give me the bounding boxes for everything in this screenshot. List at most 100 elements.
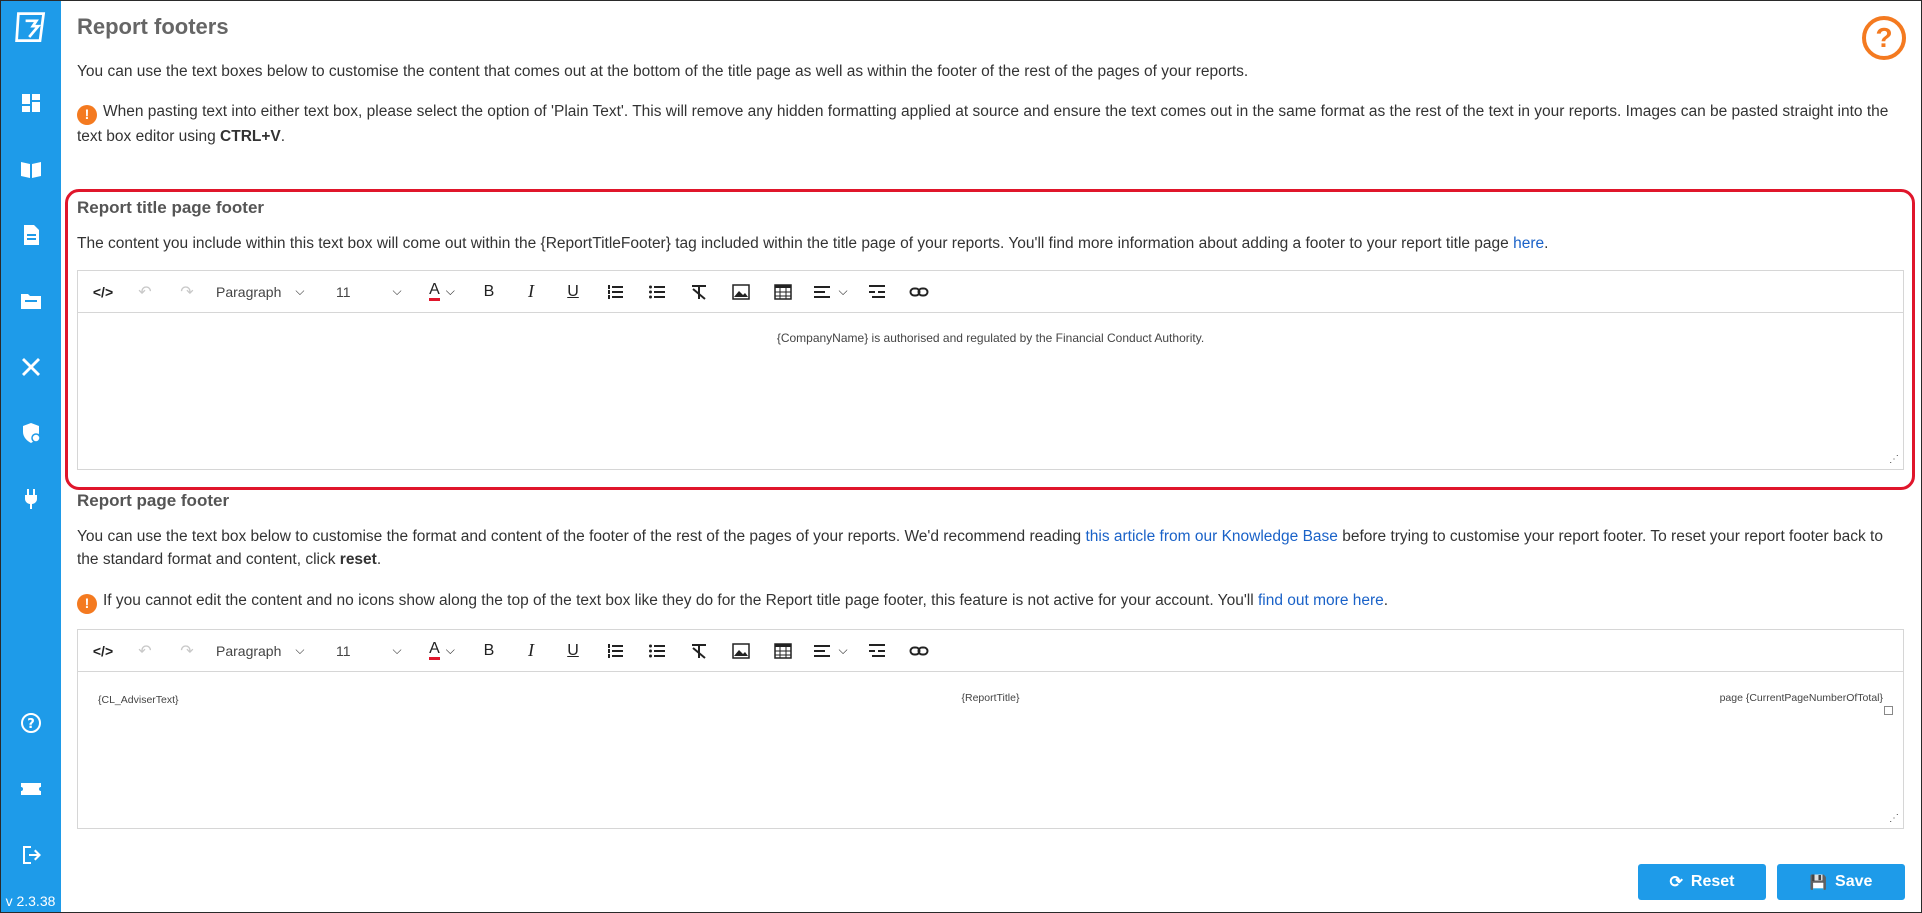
format-select[interactable]: Paragraph ⌵ xyxy=(212,277,324,307)
insert-link-button[interactable] xyxy=(902,636,936,666)
plug-icon xyxy=(24,489,37,509)
undo-button[interactable]: ↶ xyxy=(128,636,162,666)
title-footer-editor: </> ↶ ↷ Paragraph ⌵ 11 ⌵ A ⌵ B I U ⌵ {Compa… xyxy=(77,270,1904,470)
resize-handle-icon[interactable]: ⋰ xyxy=(1889,455,1899,465)
title-footer-text: {CompanyName} is authorised and regulate… xyxy=(776,331,1205,345)
find-out-more-link[interactable]: find out more here xyxy=(1258,592,1384,609)
numbered-list-button[interactable] xyxy=(598,636,632,666)
page-footer-center-text: {ReportTitle} xyxy=(961,692,1020,704)
title-footer-desc-text: The content you include within this text… xyxy=(77,235,1514,252)
numbered-list-icon xyxy=(608,643,623,658)
sidebar-item-dashboard[interactable] xyxy=(0,70,61,136)
sidebar: ? v 2.3.38 xyxy=(0,0,61,913)
folder-icon xyxy=(20,294,41,309)
font-size-select[interactable]: 11 ⌵ xyxy=(332,277,412,307)
insert-image-button[interactable] xyxy=(724,277,758,307)
sidebar-item-help[interactable]: ? xyxy=(0,690,61,756)
reset-button-label: Reset xyxy=(1690,873,1735,890)
page-break-icon xyxy=(869,284,885,298)
sidebar-item-logout[interactable] xyxy=(0,822,61,888)
bold-button[interactable]: B xyxy=(472,636,506,666)
redo-button[interactable]: ↷ xyxy=(170,636,204,666)
save-button[interactable]: 💾 Save xyxy=(1777,864,1905,900)
undo-button[interactable]: ↶ xyxy=(128,277,162,307)
redo-button[interactable]: ↷ xyxy=(170,277,204,307)
page-title: Report footers xyxy=(77,14,229,39)
page-break-button[interactable] xyxy=(860,277,894,307)
chevron-down-icon: ⌵ xyxy=(295,284,305,298)
font-color-icon: A xyxy=(429,641,440,660)
font-size-value: 11 xyxy=(336,642,351,659)
page-footer-warning: ! If you cannot edit the content and no i… xyxy=(77,589,1898,614)
font-size-select[interactable]: 11 ⌵ xyxy=(332,636,412,666)
italic-button[interactable]: I xyxy=(514,636,548,666)
clear-formatting-button[interactable] xyxy=(682,277,716,307)
underline-icon: U xyxy=(567,282,579,300)
image-icon xyxy=(732,283,750,300)
sidebar-item-tickets[interactable] xyxy=(0,756,61,822)
page-footer-heading: Report page footer xyxy=(77,491,230,510)
bullet-list-button[interactable] xyxy=(640,277,674,307)
table-icon xyxy=(774,642,792,659)
undo-icon: ↶ xyxy=(138,642,152,660)
paste-note-end: . xyxy=(280,127,286,145)
numbered-list-icon xyxy=(608,284,623,299)
insert-table-button[interactable] xyxy=(766,277,800,307)
sidebar-item-knowledge[interactable] xyxy=(0,136,61,202)
clear-formatting-icon xyxy=(692,284,706,300)
title-footer-here-link[interactable]: here xyxy=(1513,235,1544,252)
reset-button[interactable]: ⟳ Reset xyxy=(1638,864,1766,900)
chevron-down-icon: ⌵ xyxy=(295,643,305,657)
font-color-button[interactable]: A ⌵ xyxy=(420,636,464,666)
italic-button[interactable]: I xyxy=(514,277,548,307)
title-footer-description: The content you include within this text… xyxy=(77,232,1898,255)
chevron-down-icon: ⌵ xyxy=(392,284,402,298)
bold-icon: B xyxy=(483,641,495,659)
page-break-button[interactable] xyxy=(860,636,894,666)
source-code-button[interactable]: </> xyxy=(86,277,120,307)
sidebar-item-documents[interactable] xyxy=(0,202,61,268)
resize-handle-icon[interactable]: ⋰ xyxy=(1889,814,1899,824)
title-footer-content[interactable]: {CompanyName} is authorised and regulate… xyxy=(78,313,1903,469)
sidebar-item-integrations[interactable] xyxy=(0,466,61,532)
page-footer-desc-end: . xyxy=(376,551,382,568)
align-button[interactable]: ⌵ xyxy=(808,277,852,307)
sidebar-item-files[interactable] xyxy=(0,268,61,334)
bold-button[interactable]: B xyxy=(472,277,506,307)
insert-table-button[interactable] xyxy=(766,636,800,666)
undo-icon: ↶ xyxy=(138,283,152,301)
page-footer-desc-text: You can use the text box below to custom… xyxy=(77,528,1086,545)
font-color-button[interactable]: A ⌵ xyxy=(420,277,464,307)
knowledge-book-icon xyxy=(20,162,41,178)
editor-toolbar: </> ↶ ↷ Paragraph ⌵ 11 ⌵ A ⌵ B I U ⌵ xyxy=(78,630,1903,672)
italic-icon: I xyxy=(528,281,534,301)
sidebar-item-security[interactable] xyxy=(0,400,61,466)
insert-link-button[interactable] xyxy=(902,277,936,307)
document-icon xyxy=(23,225,39,245)
underline-button[interactable]: U xyxy=(556,636,590,666)
knowledge-base-article-link[interactable]: this article from our Knowledge Base xyxy=(1085,528,1337,545)
warning-icon: ! xyxy=(77,593,97,614)
reset-keyword: reset xyxy=(339,551,377,568)
clear-formatting-button[interactable] xyxy=(682,636,716,666)
insert-image-button[interactable] xyxy=(724,636,758,666)
page-footer-editor: </> ↶ ↷ Paragraph ⌵ 11 ⌵ A ⌵ B I U ⌵ {CL_Ad… xyxy=(77,629,1904,829)
bold-icon: B xyxy=(483,282,495,300)
source-code-button[interactable]: </> xyxy=(86,636,120,666)
page-footer-warning-end: . xyxy=(1383,592,1389,609)
format-select[interactable]: Paragraph ⌵ xyxy=(212,636,324,666)
table-cell-handle-icon[interactable] xyxy=(1884,706,1893,715)
paste-note-text: When pasting text into either text box, … xyxy=(77,103,1889,145)
help-button[interactable]: ? xyxy=(1862,16,1906,60)
page-footer-content[interactable]: {CL_AdviserText} {ReportTitle} page {Cur… xyxy=(78,672,1903,828)
align-button[interactable]: ⌵ xyxy=(808,636,852,666)
numbered-list-button[interactable] xyxy=(598,277,632,307)
paste-note-shortcut: CTRL+V xyxy=(220,127,281,145)
app-logo-icon[interactable] xyxy=(11,8,51,48)
bullet-list-button[interactable] xyxy=(640,636,674,666)
help-icon: ? xyxy=(1875,22,1893,53)
underline-button[interactable]: U xyxy=(556,277,590,307)
save-button-label: Save xyxy=(1835,873,1873,890)
sidebar-item-tools[interactable] xyxy=(0,334,61,400)
warning-icon: ! xyxy=(77,104,97,125)
